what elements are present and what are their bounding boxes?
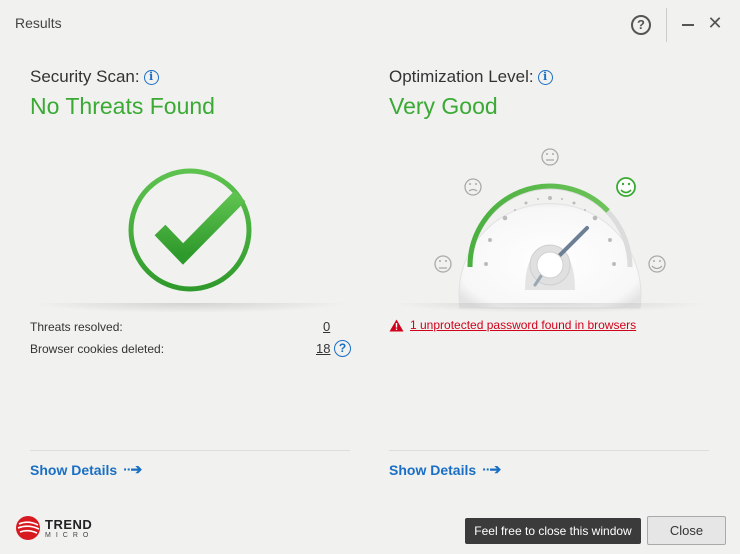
cookies-deleted-value[interactable]: 18	[316, 341, 330, 356]
help-icon[interactable]: ?	[631, 15, 651, 35]
optimization-show-details-link[interactable]: Show Details ··➔	[389, 461, 501, 478]
threats-resolved-value[interactable]: 0	[323, 319, 330, 334]
info-icon[interactable]: i	[537, 69, 553, 85]
show-details-label: Show Details	[389, 461, 477, 478]
checkmark-icon	[128, 168, 252, 292]
arrow-right-icon: ··➔	[123, 461, 142, 477]
close-tooltip: Feel free to close this window	[465, 518, 641, 544]
optimization-label-row: Optimization Level: i	[389, 67, 553, 87]
security-divider-shadow	[30, 303, 350, 313]
close-window-button[interactable]: ✕	[706, 13, 724, 33]
window-title: Results	[15, 15, 62, 31]
title-bar: Results ? ✕	[0, 0, 740, 46]
question-icon[interactable]: ?	[334, 340, 351, 357]
close-button[interactable]: Close	[647, 516, 726, 545]
arrow-right-icon: ··➔	[482, 461, 501, 477]
logo-line-trend: TREND	[45, 516, 93, 532]
security-bottom-divider	[30, 450, 350, 451]
optimization-gauge	[434, 148, 666, 309]
show-details-label: Show Details	[30, 461, 118, 478]
security-scan-label: Security Scan:	[30, 67, 140, 86]
threats-resolved-label: Threats resolved:	[30, 320, 123, 334]
titlebar-divider	[666, 8, 667, 42]
info-icon[interactable]: i	[143, 69, 159, 85]
trend-micro-logo-icon	[16, 516, 40, 540]
cookies-deleted-label: Browser cookies deleted:	[30, 342, 165, 356]
warning-icon	[389, 319, 404, 331]
password-warning: 1 unprotected password found in browsers	[389, 318, 636, 332]
security-scan-label-row: Security Scan: i	[30, 67, 159, 87]
security-show-details-link[interactable]: Show Details ··➔	[30, 461, 142, 478]
optimization-bottom-divider	[389, 450, 709, 451]
optimization-level-label: Optimization Level:	[389, 67, 534, 86]
minimize-button[interactable]	[680, 12, 696, 34]
password-warning-link[interactable]: 1 unprotected password found in browsers	[410, 318, 636, 332]
optimization-status: Very Good	[389, 93, 498, 119]
trend-micro-logo: TREND MICRO	[15, 515, 93, 541]
logo-line-micro: MICRO	[45, 531, 94, 539]
optimization-divider-shadow	[389, 303, 709, 313]
security-status: No Threats Found	[30, 93, 215, 119]
